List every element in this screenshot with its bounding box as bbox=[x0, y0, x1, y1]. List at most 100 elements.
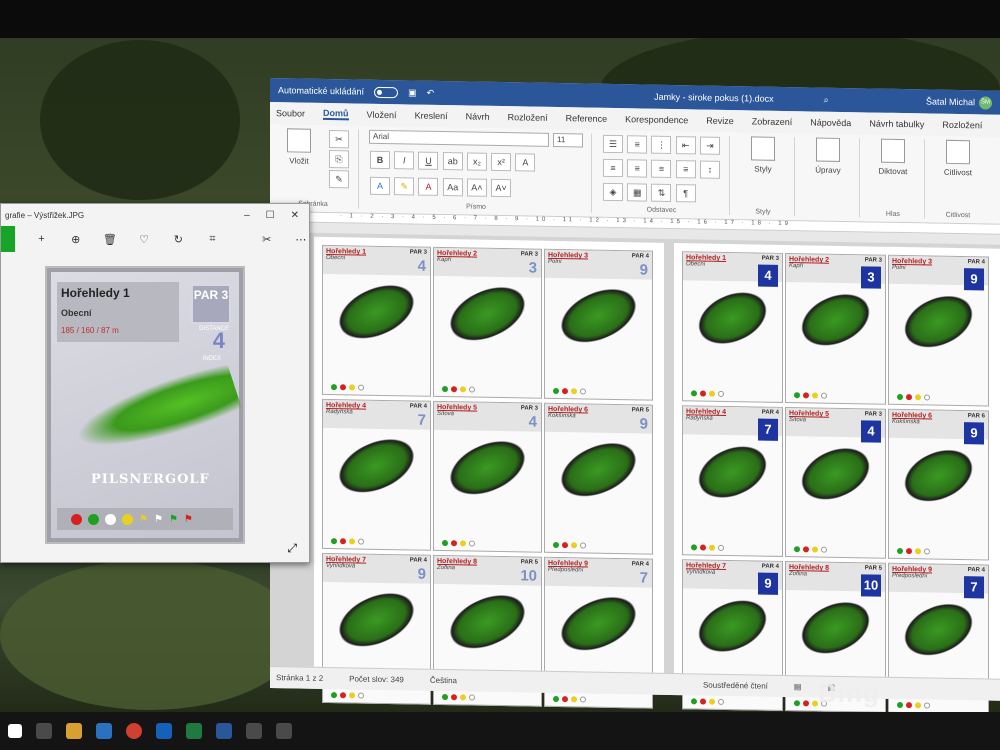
format-painter-icon[interactable]: ✎ bbox=[329, 170, 349, 189]
numbering-icon[interactable]: ≡ bbox=[627, 135, 648, 154]
multilevel-icon[interactable]: ⋮ bbox=[651, 135, 672, 155]
minimize-icon[interactable]: – bbox=[244, 210, 250, 221]
font-size-input[interactable]: 11 bbox=[553, 132, 583, 148]
tab-design[interactable]: Návrh bbox=[466, 111, 490, 121]
font-group-label: Písmo bbox=[466, 203, 486, 211]
highlight-button[interactable]: ✎ bbox=[394, 177, 415, 196]
styles-group: Styly Styly bbox=[739, 136, 795, 217]
strikethrough-button[interactable]: ab bbox=[442, 152, 463, 171]
index-number: 10 bbox=[520, 567, 537, 585]
tee-yellow-icon bbox=[460, 540, 466, 547]
tee-yellow-icon bbox=[460, 694, 466, 701]
clear-format-button[interactable]: A bbox=[515, 153, 536, 172]
file-explorer-icon[interactable] bbox=[66, 723, 82, 739]
undo-icon[interactable]: ↶ bbox=[427, 87, 435, 98]
hole-card: Hořehledy 3 Polní PAR 49 bbox=[544, 248, 653, 401]
indent-increase-icon[interactable]: ⇥ bbox=[699, 136, 720, 155]
tee-yellow-icon bbox=[709, 544, 715, 551]
windows-start-icon[interactable] bbox=[8, 724, 22, 738]
tee-white-icon bbox=[821, 546, 827, 553]
outlook-icon[interactable] bbox=[156, 723, 172, 739]
align-left-icon[interactable]: ≡ bbox=[603, 158, 623, 178]
pilcrow-icon[interactable]: ¶ bbox=[675, 184, 696, 203]
focus-mode-button[interactable]: Soustředěné čtení bbox=[703, 681, 768, 691]
par-label: PAR 3 bbox=[864, 411, 882, 418]
cut-icon[interactable]: ✂ bbox=[329, 130, 349, 149]
favorite-icon[interactable]: ♡ bbox=[136, 233, 152, 246]
tab-review[interactable]: Revize bbox=[706, 116, 734, 126]
crop-icon[interactable]: ⌗ bbox=[204, 233, 220, 246]
copy-icon[interactable]: ⎘ bbox=[329, 150, 349, 169]
borders-icon[interactable]: ▦ bbox=[627, 183, 648, 202]
user-account[interactable]: Šatal Michal ŠM bbox=[926, 95, 992, 110]
delete-icon[interactable]: 🗑 bbox=[102, 233, 118, 246]
edit-menu-icon[interactable]: ✂ bbox=[259, 233, 275, 246]
par-label: PAR 3 bbox=[864, 257, 882, 264]
tab-table-layout[interactable]: Rozložení bbox=[942, 120, 982, 131]
tab-home[interactable]: Domů bbox=[323, 107, 349, 121]
paste-button[interactable]: Vložit bbox=[276, 128, 322, 189]
bold-button[interactable]: B bbox=[370, 150, 390, 170]
excel-icon[interactable] bbox=[186, 723, 202, 739]
add-icon[interactable]: + bbox=[33, 233, 49, 245]
sensitivity-button[interactable]: Citlivost bbox=[935, 139, 981, 178]
justify-icon[interactable]: ≡ bbox=[675, 160, 696, 179]
word-count[interactable]: Počet slov: 349 bbox=[349, 674, 404, 684]
read-mode-icon[interactable]: ▤ bbox=[794, 682, 802, 691]
edit-button[interactable] bbox=[1, 226, 16, 252]
tab-draw[interactable]: Kreslení bbox=[415, 111, 448, 122]
grow-font-button[interactable]: A˄ bbox=[466, 178, 487, 197]
font-color-button[interactable]: A bbox=[418, 177, 439, 196]
maximize-icon[interactable]: ☐ bbox=[266, 210, 275, 221]
subscript-button[interactable]: x₂ bbox=[466, 152, 487, 171]
chrome-icon[interactable] bbox=[126, 723, 142, 739]
app-icon[interactable] bbox=[246, 723, 262, 739]
tee-red-icon bbox=[906, 394, 912, 401]
save-icon[interactable]: ▣ bbox=[408, 87, 417, 98]
italic-button[interactable]: I bbox=[394, 151, 415, 170]
font-name-input[interactable]: Arial bbox=[369, 129, 549, 147]
align-right-icon[interactable]: ≡ bbox=[651, 159, 672, 179]
styles-button[interactable]: Styly bbox=[740, 136, 786, 174]
tab-layout[interactable]: Rozložení bbox=[508, 112, 548, 123]
change-case-button[interactable]: Aa bbox=[442, 178, 463, 197]
shading-icon[interactable]: ◈ bbox=[603, 182, 623, 202]
flag-green-icon: ⚑ bbox=[168, 513, 178, 525]
tee-red-icon bbox=[803, 700, 809, 707]
line-spacing-icon[interactable]: ↕ bbox=[699, 160, 720, 179]
word-icon[interactable] bbox=[216, 723, 232, 739]
tab-references[interactable]: Reference bbox=[566, 113, 608, 124]
dictate-button[interactable]: Diktovat bbox=[870, 138, 916, 176]
tee-white-icon bbox=[580, 696, 586, 703]
bullets-icon[interactable]: ☰ bbox=[603, 134, 623, 154]
tab-table-design[interactable]: Návrh tabulky bbox=[869, 118, 924, 129]
language-indicator[interactable]: Čeština bbox=[430, 676, 457, 685]
superscript-button[interactable]: x² bbox=[491, 152, 512, 172]
underline-button[interactable]: U bbox=[418, 151, 439, 170]
browser-icon[interactable] bbox=[96, 723, 112, 739]
align-center-icon[interactable]: ≡ bbox=[627, 159, 648, 178]
search-icon[interactable]: ⌕ bbox=[824, 94, 829, 105]
rotate-icon[interactable]: ↻ bbox=[170, 233, 186, 246]
app-icon[interactable] bbox=[276, 723, 292, 739]
indent-decrease-icon[interactable]: ⇤ bbox=[675, 136, 696, 155]
tab-insert[interactable]: Vložení bbox=[367, 110, 397, 121]
shrink-font-button[interactable]: A˅ bbox=[491, 178, 512, 198]
page-counter[interactable]: Stránka 1 z 2 bbox=[276, 673, 323, 683]
tab-view[interactable]: Zobrazení bbox=[752, 116, 793, 127]
hole-subtitle: Radyňská bbox=[326, 408, 353, 416]
zoom-icon[interactable]: ⊕ bbox=[68, 233, 84, 246]
text-effects-button[interactable]: A bbox=[370, 176, 390, 196]
sort-icon[interactable]: ⇅ bbox=[651, 183, 672, 203]
expand-icon[interactable]: ⤢ bbox=[287, 541, 297, 556]
close-icon[interactable]: ✕ bbox=[291, 210, 299, 221]
tab-help[interactable]: Nápověda bbox=[810, 117, 851, 128]
editing-button[interactable]: Úpravy bbox=[805, 137, 851, 175]
tab-mailings[interactable]: Korespondence bbox=[625, 114, 688, 125]
autosave-toggle[interactable] bbox=[374, 86, 399, 98]
tee-green-icon bbox=[691, 544, 697, 551]
tab-file[interactable]: Soubor bbox=[276, 108, 305, 119]
more-icon[interactable]: ⋯ bbox=[293, 233, 309, 246]
tee-white-icon bbox=[718, 390, 724, 397]
task-view-icon[interactable] bbox=[36, 723, 52, 739]
